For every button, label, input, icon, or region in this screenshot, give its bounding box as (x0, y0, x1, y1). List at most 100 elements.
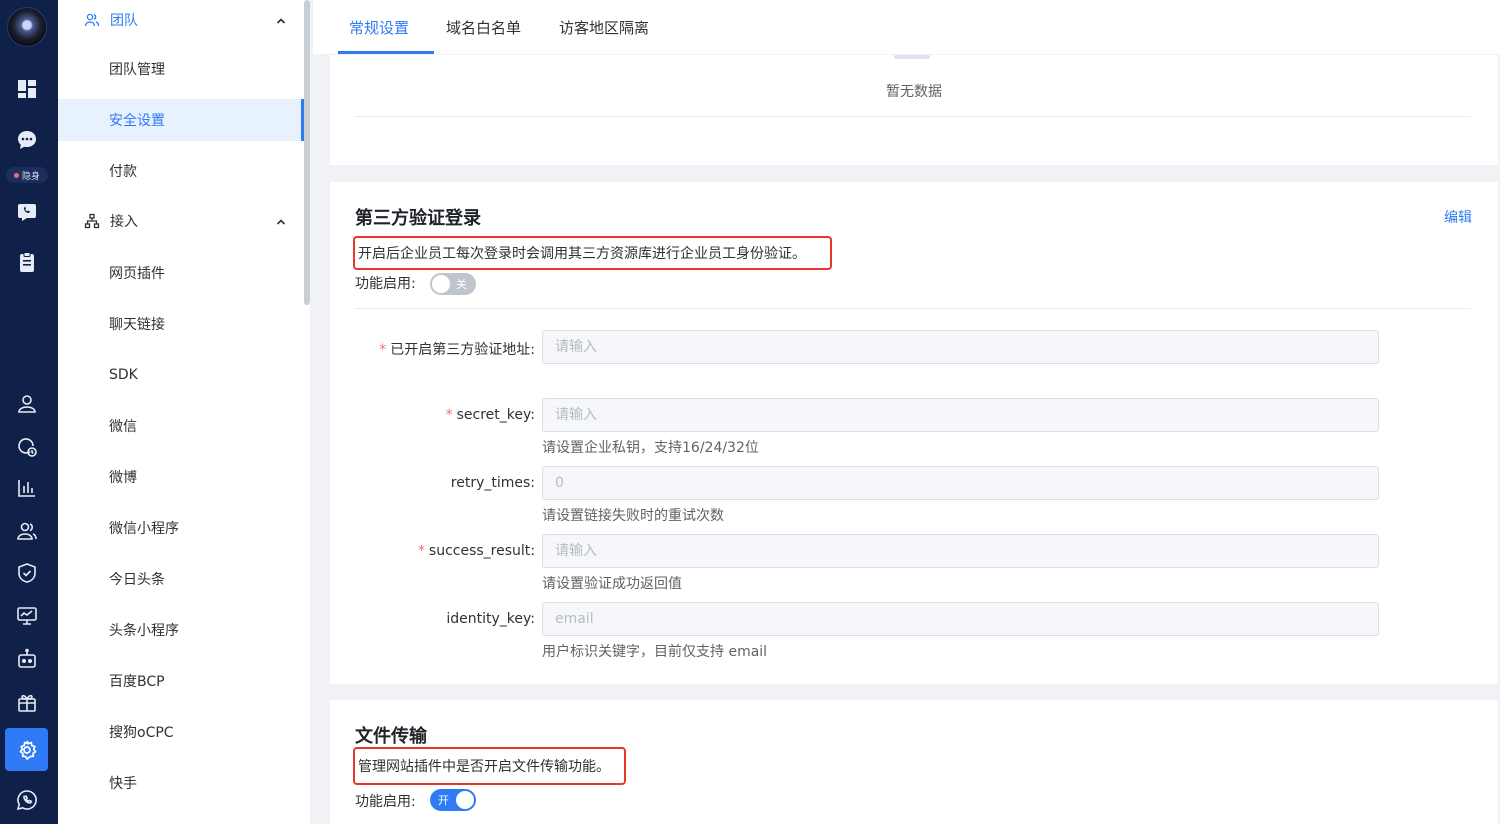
sidebar-group-access[interactable]: 接入 (58, 201, 304, 241)
table-header-fragment (894, 55, 930, 59)
tab-general-settings[interactable]: 常规设置 (349, 0, 409, 54)
sidebar-item-wechat-miniprogram[interactable]: 微信小程序 (58, 507, 304, 549)
sidebar-item-label: 搜狗oCPC (109, 725, 174, 741)
tab-domain-whitelist[interactable]: 域名白名单 (446, 0, 521, 54)
sidebar-item-team-management[interactable]: 团队管理 (58, 48, 304, 90)
required-mark: * (445, 407, 453, 423)
sidebar-item-toutiao-miniprogram[interactable]: 头条小程序 (58, 609, 304, 651)
dashboard-icon[interactable] (11, 73, 43, 105)
active-tab-indicator (338, 51, 434, 54)
tab-bar: 常规设置 域名白名单 访客地区隔离 (313, 0, 1500, 54)
sidebar: 团队 团队管理 安全设置 付款 接入 网页插件 聊天链接 SDK 微信 微博 微… (58, 0, 310, 824)
verify-url-input[interactable] (542, 330, 1379, 364)
edit-link[interactable]: 编辑 (1444, 207, 1472, 227)
retry-times-hint: 请设置链接失败时的重试次数 (542, 508, 724, 524)
clipboard-icon[interactable] (11, 246, 43, 278)
bar-chart-icon[interactable] (11, 472, 43, 504)
whatsapp-icon[interactable] (11, 784, 43, 816)
field-label-text: retry_times (450, 475, 531, 491)
status-dot (13, 172, 19, 178)
identity-key-label: identity_key: (355, 611, 535, 627)
required-mark: * (379, 342, 387, 358)
switch-knob (456, 791, 474, 809)
tab-visitor-region-isolation[interactable]: 访客地区隔离 (559, 0, 649, 54)
sidebar-item-sogou-ocpc[interactable]: 搜狗oCPC (58, 711, 304, 753)
shield-icon[interactable] (11, 557, 43, 589)
section-title: 第三方验证登录 (355, 208, 481, 229)
phone-chat-icon[interactable] (11, 196, 43, 228)
package-icon[interactable] (11, 686, 43, 718)
gear-icon[interactable] (5, 728, 48, 771)
sidebar-group-team[interactable]: 团队 (58, 0, 304, 40)
status-badge[interactable]: 隐身 (6, 167, 48, 183)
label-colon: : (530, 543, 535, 559)
sidebar-item-sdk[interactable]: SDK (58, 354, 304, 396)
tab-label: 常规设置 (349, 18, 410, 37)
sidebar-item-label: 付款 (109, 164, 137, 180)
secret-key-hint: 请设置企业私钥，支持16/24/32位 (542, 440, 759, 456)
user-icon[interactable] (11, 388, 43, 420)
sidebar-item-label: 网页插件 (109, 266, 165, 282)
third-party-auth-card: 第三方验证登录 编辑 开启后企业员工每次登录时会调用其三方资源库进行企业员工身份… (330, 182, 1498, 684)
description-text: 开启后企业员工每次登录时会调用其三方资源库进行企业员工身份验证。 (358, 246, 806, 262)
sidebar-item-kuaishou[interactable]: 快手 (58, 762, 304, 804)
tab-label: 访客地区隔离 (559, 18, 650, 37)
sidebar-item-label: 微信 (109, 419, 137, 435)
status-label: 隐身 (21, 171, 40, 182)
empty-state-text: 暂无数据 (886, 84, 942, 100)
secret-key-input[interactable] (542, 398, 1379, 432)
sidebar-item-chat-link[interactable]: 聊天链接 (58, 303, 304, 345)
sidebar-item-label: 百度BCP (109, 674, 165, 690)
verify-url-label: * 已开启第三方验证地址: (355, 339, 535, 359)
section-description: 管理网站插件中是否开启文件传输功能。 (353, 747, 626, 785)
sidebar-scrollbar[interactable] (304, 0, 310, 305)
monitor-chart-icon[interactable] (11, 600, 43, 632)
required-mark: * (417, 543, 425, 559)
description-text: 管理网站插件中是否开启文件传输功能。 (358, 759, 610, 775)
avatar[interactable] (7, 7, 47, 47)
sidebar-item-weibo[interactable]: 微博 (58, 456, 304, 498)
divider (355, 308, 1471, 309)
sidebar-item-label: 安全设置 (109, 113, 165, 129)
sidebar-item-label: 微博 (109, 470, 137, 486)
chat-icon[interactable] (11, 124, 43, 156)
sidebar-item-label: 微信小程序 (109, 521, 179, 537)
chevron-up-icon (276, 215, 286, 225)
sidebar-item-toutiao[interactable]: 今日头条 (58, 558, 304, 600)
identity-key-input[interactable] (542, 602, 1379, 636)
field-label-text: 已开启第三方验证地址 (390, 342, 531, 358)
sidebar-group-label: 团队 (110, 13, 138, 29)
sidebar-item-label: 今日头条 (109, 572, 165, 588)
enable-label: 功能启用: (355, 794, 416, 810)
switch-text: 关 (456, 278, 467, 291)
sidebar-item-payment[interactable]: 付款 (58, 150, 304, 192)
label-colon: : (530, 611, 535, 627)
icon-rail: 隐身 (0, 0, 58, 824)
retry-times-input[interactable] (542, 466, 1379, 500)
section-title: 文件传输 (355, 726, 427, 747)
sidebar-item-label: SDK (109, 367, 138, 383)
robot-icon[interactable] (11, 643, 43, 675)
sidebar-item-wechat[interactable]: 微信 (58, 405, 304, 447)
sidebar-item-label: 头条小程序 (109, 623, 179, 639)
identity-key-hint: 用户标识关键字，目前仅支持 email (542, 644, 768, 660)
label-colon: : (530, 407, 535, 423)
sidebar-item-security-settings[interactable]: 安全设置 (58, 99, 304, 141)
sidebar-item-label: 团队管理 (109, 62, 165, 78)
file-transfer-enable-switch[interactable]: 开 (430, 789, 476, 811)
sidebar-item-web-plugin[interactable]: 网页插件 (58, 252, 304, 294)
field-label-text: identity_key (446, 611, 531, 627)
whitelist-card: 暂无数据 (330, 55, 1498, 165)
sidebar-item-baidu-bcp[interactable]: 百度BCP (58, 660, 304, 702)
divider (355, 116, 1471, 117)
sidebar-item-label: 快手 (109, 776, 137, 792)
retry-times-label: retry_times: (355, 475, 535, 491)
team-icon[interactable] (11, 515, 43, 547)
enable-label: 功能启用: (355, 276, 416, 292)
success-result-input[interactable] (542, 534, 1379, 568)
team-icon (84, 12, 100, 28)
third-party-enable-switch[interactable]: 关 (430, 273, 476, 295)
secret-key-label: * secret_key: (355, 407, 535, 423)
history-chat-icon[interactable] (11, 431, 43, 463)
label-colon: : (530, 342, 535, 358)
